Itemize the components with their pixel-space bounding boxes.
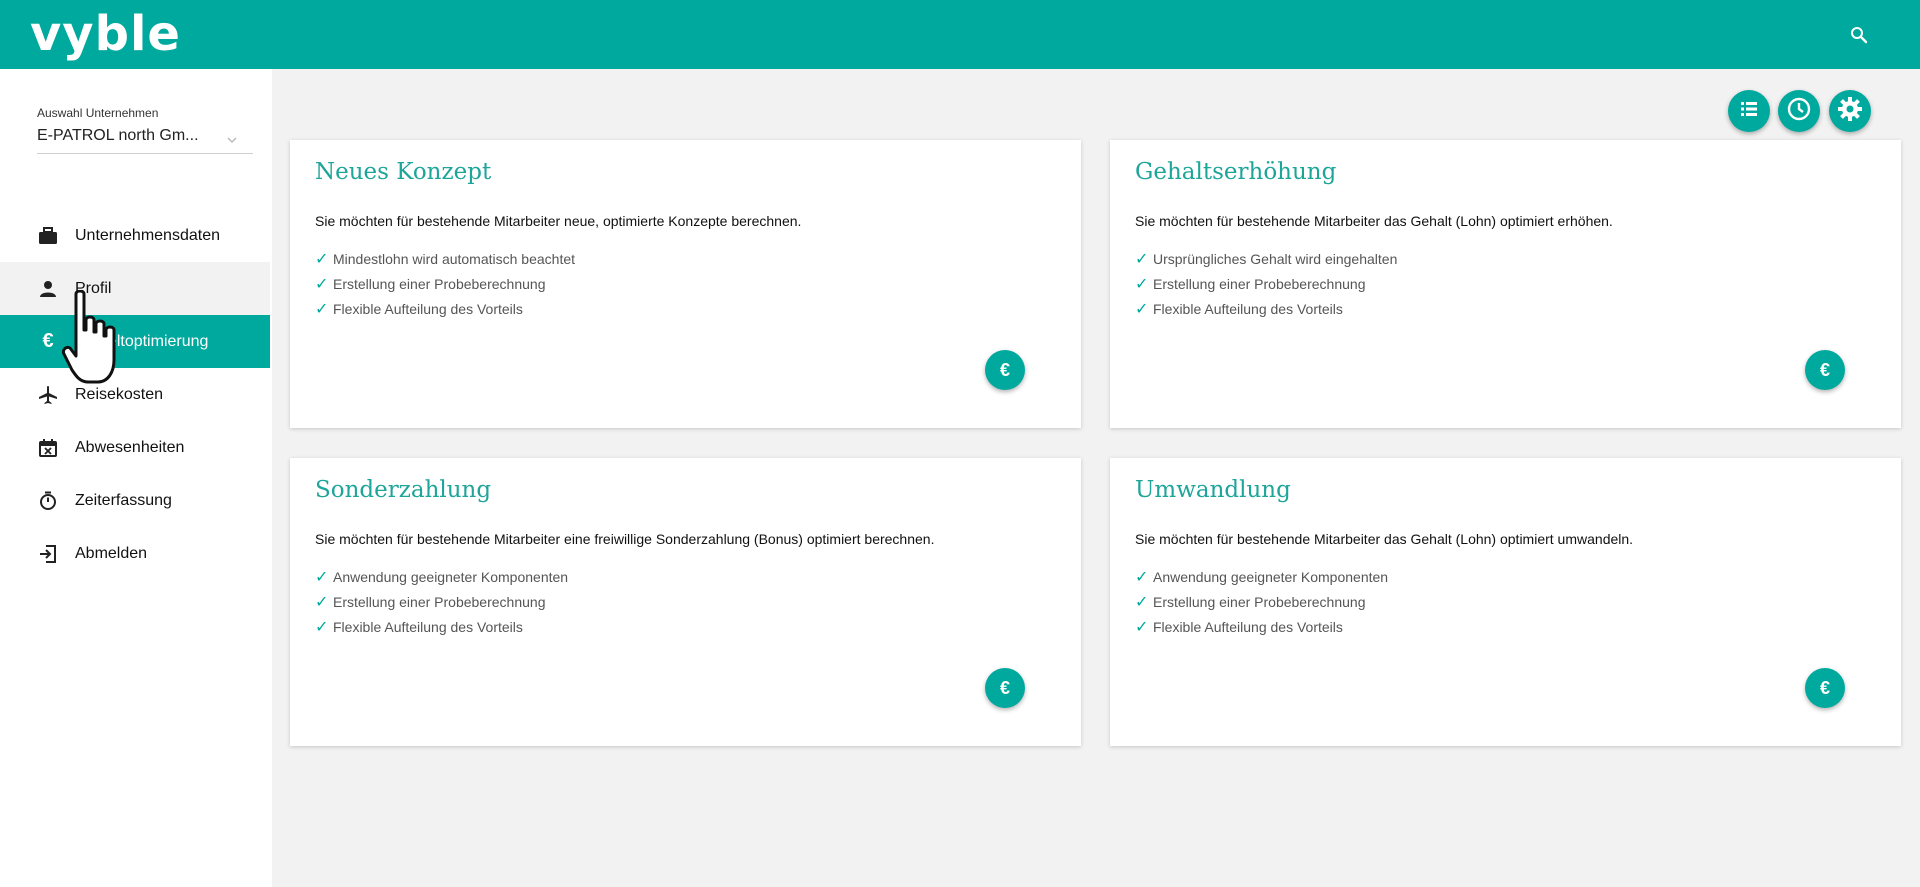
card-description: Sie möchten für bestehende Mitarbeiter n… <box>315 213 802 229</box>
gear-icon <box>1837 96 1863 127</box>
sidebar-item-label: Abwesenheiten <box>75 438 185 456</box>
euro-button[interactable]: € <box>985 350 1025 390</box>
euro-icon: € <box>42 330 54 352</box>
euro-button[interactable]: € <box>1805 668 1845 708</box>
chevron-down-icon <box>227 132 237 144</box>
sidebar-nav: Unternehmensdaten Profil € Entgeltoptimi… <box>0 209 270 580</box>
euro-button[interactable]: € <box>1805 350 1845 390</box>
top-header: vyble <box>0 0 1920 69</box>
sidebar-item-label: Profil <box>75 279 112 297</box>
list-item: ✓ Flexible Aufteilung des Vorteils <box>1135 618 1343 636</box>
sidebar-item-reisekosten[interactable]: Reisekosten <box>0 368 270 421</box>
card-description: Sie möchten für bestehende Mitarbeiter d… <box>1135 531 1634 547</box>
settings-button[interactable] <box>1829 90 1871 132</box>
sidebar-item-label: Entgeltoptimierung <box>75 332 209 350</box>
clock-icon <box>1786 96 1812 127</box>
check-icon: ✓ <box>315 618 329 636</box>
card-description: Sie möchten für bestehende Mitarbeiter d… <box>1135 213 1613 229</box>
card-title: Sonderzahlung <box>315 477 492 503</box>
feature-list: ✓ Ursprüngliches Gehalt wird eingehalten … <box>1135 246 1397 321</box>
list-item: ✓ Flexible Aufteilung des Vorteils <box>315 300 523 318</box>
sidebar-item-entgeltoptimierung[interactable]: € Entgeltoptimierung <box>0 315 270 368</box>
vyble-logo[interactable]: vyble <box>30 8 181 60</box>
card-description: Sie möchten für bestehende Mitarbeiter e… <box>315 531 935 547</box>
sidebar-item-label: Reisekosten <box>75 385 164 403</box>
list-item: ✓ Flexible Aufteilung des Vorteils <box>315 618 523 636</box>
list-item: ✓ Erstellung einer Probeberechnung <box>315 593 546 611</box>
check-icon: ✓ <box>1135 300 1149 318</box>
card-neues-konzept: Neues Konzept Sie möchten für bestehende… <box>290 140 1081 428</box>
card-title: Gehaltserhöhung <box>1135 159 1337 185</box>
card-gehaltserhoehung: Gehaltserhöhung Sie möchten für bestehen… <box>1110 140 1901 428</box>
check-icon: ✓ <box>1135 568 1149 586</box>
list-item: ✓ Mindestlohn wird automatisch beachtet <box>315 250 576 268</box>
list-item: ✓ Erstellung einer Probeberechnung <box>1135 593 1366 611</box>
stopwatch-icon <box>37 490 59 512</box>
airplane-icon <box>37 384 59 406</box>
company-select-value: E-PATROL north Gm... <box>37 127 199 144</box>
euro-button[interactable]: € <box>985 668 1025 708</box>
check-icon: ✓ <box>1135 275 1149 293</box>
card-sonderzahlung: Sonderzahlung Sie möchten für bestehende… <box>290 458 1081 746</box>
list-icon <box>1739 99 1759 124</box>
sidebar-item-label: Unternehmensdaten <box>75 226 220 244</box>
history-button[interactable] <box>1778 90 1820 132</box>
list-view-button[interactable] <box>1728 90 1770 132</box>
person-icon <box>37 278 59 300</box>
list-item: ✓ Anwendung geeigneter Komponenten <box>315 568 569 586</box>
card-title: Umwandlung <box>1135 477 1291 503</box>
calendar-x-icon <box>37 437 59 459</box>
briefcase-icon <box>37 225 59 247</box>
card-title: Neues Konzept <box>315 159 492 185</box>
sidebar: Auswahl Unternehmen E-PATROL north Gm...… <box>0 69 272 887</box>
check-icon: ✓ <box>315 568 329 586</box>
list-item: ✓ Erstellung einer Probeberechnung <box>315 275 546 293</box>
check-icon: ✓ <box>315 250 329 268</box>
check-icon: ✓ <box>1135 250 1149 268</box>
card-umwandlung: Umwandlung Sie möchten für bestehende Mi… <box>1110 458 1901 746</box>
feature-list: ✓ Mindestlohn wird automatisch beachtet ✓… <box>315 246 575 321</box>
sidebar-item-profil[interactable]: Profil <box>0 262 270 315</box>
sidebar-item-abmelden[interactable]: Abmelden <box>0 527 270 580</box>
list-item: ✓ Erstellung einer Probeberechnung <box>1135 275 1366 293</box>
check-icon: ✓ <box>315 275 329 293</box>
check-icon: ✓ <box>1135 618 1149 636</box>
logout-icon <box>37 543 59 565</box>
sidebar-item-label: Zeiterfassung <box>75 491 172 509</box>
company-select[interactable]: E-PATROL north Gm... <box>37 124 253 154</box>
company-select-label: Auswahl Unternehmen <box>37 106 159 120</box>
sidebar-item-zeiterfassung[interactable]: Zeiterfassung <box>0 474 270 527</box>
check-icon: ✓ <box>315 593 329 611</box>
check-icon: ✓ <box>1135 593 1149 611</box>
check-icon: ✓ <box>315 300 329 318</box>
sidebar-item-abwesenheiten[interactable]: Abwesenheiten <box>0 421 270 474</box>
list-item: ✓ Flexible Aufteilung des Vorteils <box>1135 300 1343 318</box>
sidebar-item-unternehmensdaten[interactable]: Unternehmensdaten <box>0 209 270 262</box>
feature-list: ✓ Anwendung geeigneter Komponenten ✓ Erste… <box>1135 564 1388 639</box>
list-item: ✓ Anwendung geeigneter Komponenten <box>1135 568 1389 586</box>
search-icon[interactable] <box>1848 24 1870 46</box>
feature-list: ✓ Anwendung geeigneter Komponenten ✓ Erste… <box>315 564 568 639</box>
list-item: ✓ Ursprüngliches Gehalt wird eingehalten <box>1135 250 1398 268</box>
sidebar-item-label: Abmelden <box>75 544 148 562</box>
